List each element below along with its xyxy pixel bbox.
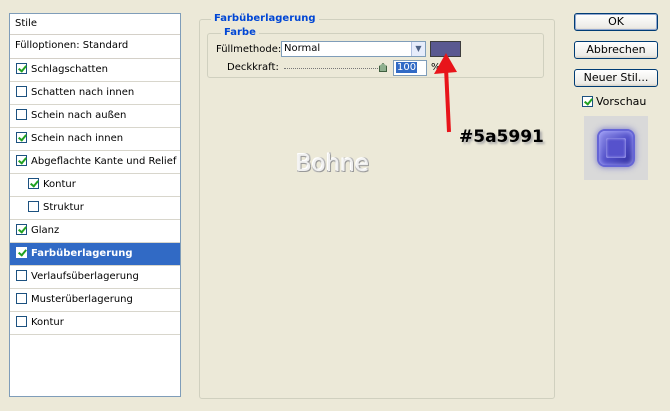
bevel-emboss-checkbox[interactable]	[16, 154, 27, 166]
fill-method-label: Füllmethode:	[216, 44, 282, 55]
preview-checkbox[interactable]	[582, 95, 593, 107]
inner-shadow-checkbox[interactable]	[16, 85, 27, 97]
blend-options-item[interactable]: Fülloptionen: Standard	[10, 35, 180, 59]
style-item-drop-shadow[interactable]: Schlagschatten	[10, 59, 180, 82]
chevron-down-icon[interactable]: ▼	[411, 42, 425, 56]
stroke-checkbox[interactable]	[16, 315, 27, 327]
opacity-input[interactable]: 100	[393, 60, 427, 76]
style-item-inner-shadow[interactable]: Schatten nach innen	[10, 82, 180, 105]
style-item-color-overlay[interactable]: Farbüberlagerung	[10, 243, 180, 266]
opacity-label: Deckkraft:	[227, 62, 279, 73]
satin-checkbox[interactable]	[16, 223, 27, 235]
style-item-label: Schein nach außen	[31, 110, 127, 121]
preview-toggle[interactable]: Vorschau	[582, 95, 646, 108]
styles-list: Stile Fülloptionen: Standard Schlagschat…	[9, 13, 181, 397]
style-item-label: Struktur	[43, 202, 84, 213]
style-item-contour-sub[interactable]: Kontur	[10, 174, 180, 197]
style-item-outer-glow[interactable]: Schein nach außen	[10, 105, 180, 128]
style-item-label: Verlaufsüberlagerung	[31, 271, 139, 282]
fill-method-select[interactable]: Normal ▼	[281, 41, 426, 57]
style-item-label: Musterüberlagerung	[31, 294, 133, 305]
texture-checkbox[interactable]	[28, 200, 39, 212]
preview-label: Vorschau	[596, 95, 647, 108]
red-arrow-icon	[434, 53, 457, 133]
opacity-slider-track[interactable]	[284, 68, 386, 70]
pattern-overlay-checkbox[interactable]	[16, 292, 27, 304]
style-item-stroke[interactable]: Kontur	[10, 312, 180, 335]
style-item-bevel-emboss[interactable]: Abgeflachte Kante und Relief	[10, 151, 180, 174]
style-preview-thumbnail	[584, 116, 648, 180]
fill-method-value: Normal	[284, 43, 321, 54]
watermark: Bohne	[296, 151, 370, 177]
style-item-satin[interactable]: Glanz	[10, 220, 180, 243]
style-item-label: Kontur	[31, 317, 64, 328]
cancel-button[interactable]: Abbrechen	[574, 41, 658, 59]
style-item-label: Farbüberlagerung	[31, 248, 133, 259]
style-item-label: Glanz	[31, 225, 60, 236]
style-item-label: Schatten nach innen	[31, 87, 135, 98]
outer-glow-checkbox[interactable]	[16, 108, 27, 120]
hex-code-annotation: #5a5991	[459, 127, 544, 147]
style-item-texture[interactable]: Struktur	[10, 197, 180, 220]
color-subgroup-title: Farbe	[221, 27, 259, 38]
style-item-label: Schein nach innen	[31, 133, 124, 144]
styles-header[interactable]: Stile	[10, 14, 180, 35]
style-item-label: Abgeflachte Kante und Relief	[31, 156, 177, 167]
style-item-inner-glow[interactable]: Schein nach innen	[10, 128, 180, 151]
opacity-value: 100	[396, 62, 418, 73]
preview-shape-inner	[606, 138, 626, 158]
ok-button[interactable]: OK	[574, 13, 658, 31]
new-style-button[interactable]: Neuer Stil...	[574, 69, 658, 87]
preview-shape	[599, 131, 633, 165]
inner-glow-checkbox[interactable]	[16, 131, 27, 143]
contour-sub-checkbox[interactable]	[28, 177, 39, 189]
style-item-label: Kontur	[43, 179, 76, 190]
gradient-overlay-checkbox[interactable]	[16, 269, 27, 281]
group-title: Farbüberlagerung	[211, 13, 319, 24]
color-overlay-checkbox[interactable]	[16, 246, 27, 258]
style-item-label: Schlagschatten	[31, 64, 108, 75]
style-item-gradient-overlay[interactable]: Verlaufsüberlagerung	[10, 266, 180, 289]
style-item-pattern-overlay[interactable]: Musterüberlagerung	[10, 289, 180, 312]
drop-shadow-checkbox[interactable]	[16, 62, 27, 74]
